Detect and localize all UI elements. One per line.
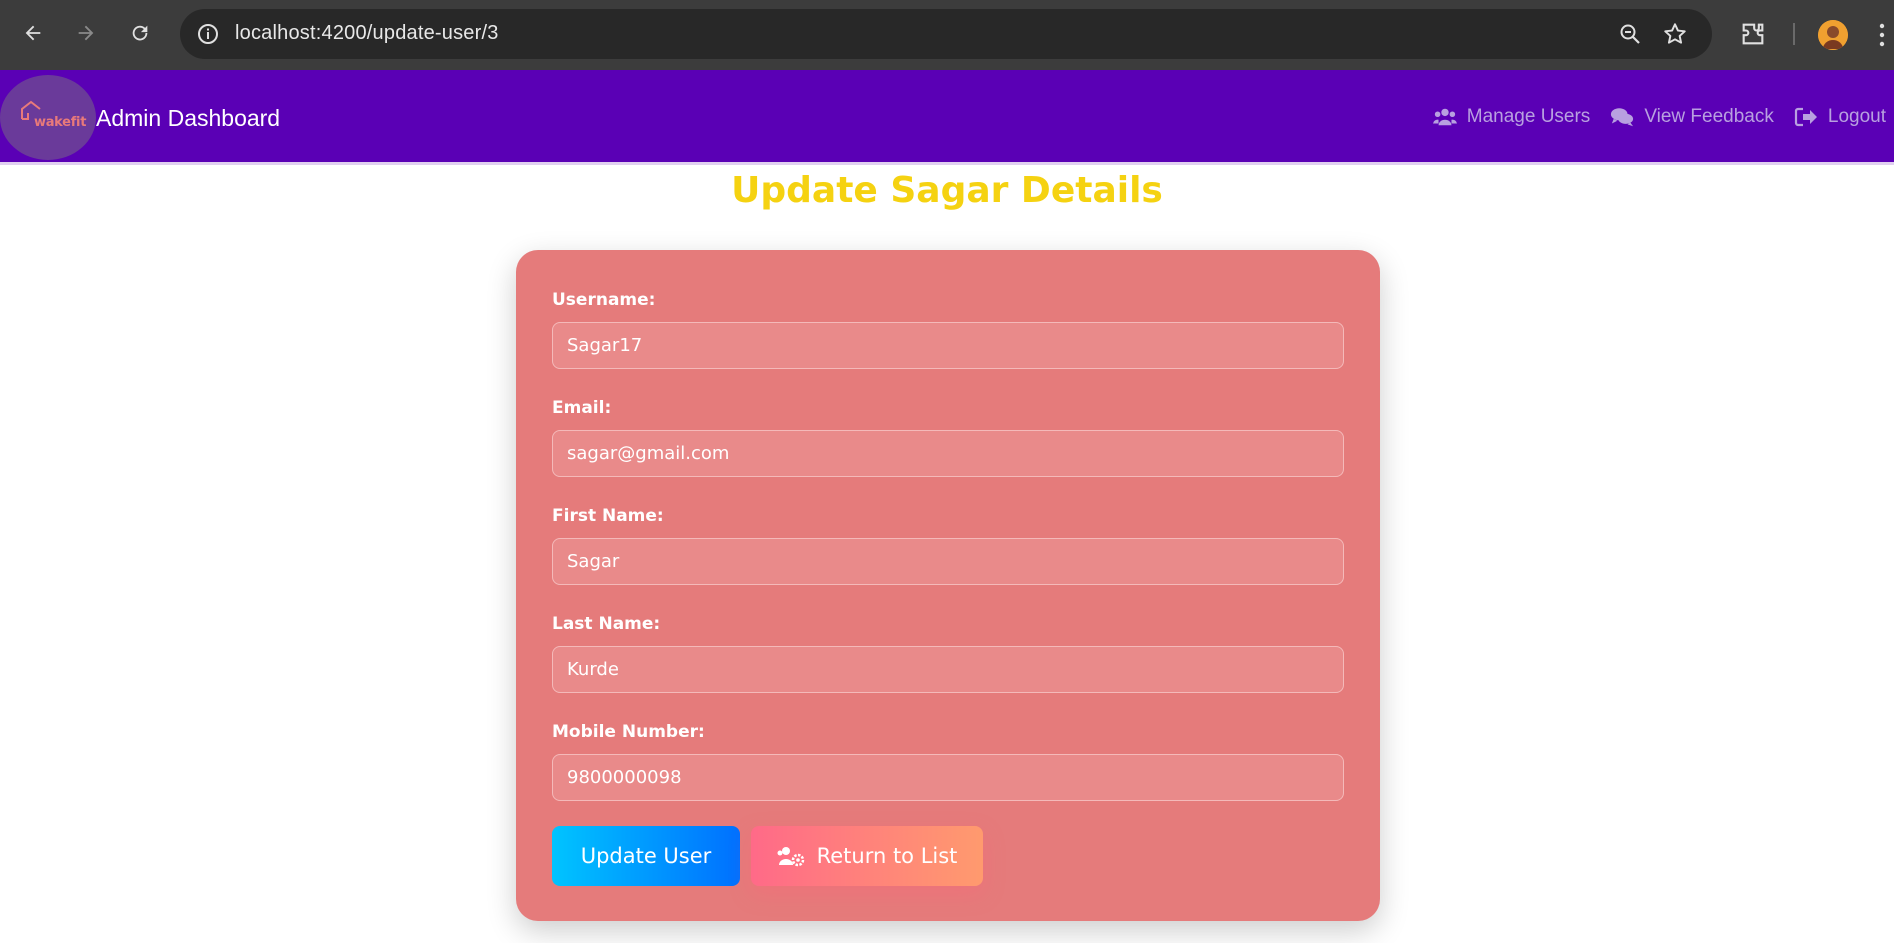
last-name-input[interactable] — [552, 646, 1344, 693]
bookmark-star-icon[interactable] — [1662, 21, 1688, 47]
mobile-number-input[interactable] — [552, 754, 1344, 801]
first-name-field-group: First Name: — [552, 506, 1344, 585]
app-navbar: wakefit Admin Dashboard Manage Users Vie… — [0, 70, 1894, 165]
nav-links: Manage Users View Feedback Logout — [1432, 106, 1886, 128]
zoom-icon[interactable] — [1618, 22, 1642, 46]
return-to-list-button[interactable]: Return to List — [751, 826, 983, 886]
update-user-button[interactable]: Update User — [552, 826, 740, 886]
mobile-number-label: Mobile Number: — [552, 722, 705, 742]
return-to-list-label: Return to List — [816, 844, 958, 868]
first-name-input[interactable] — [552, 538, 1344, 585]
nav-link-view-feedback[interactable]: View Feedback — [1610, 106, 1774, 128]
url-path: :4200/update-user/3 — [315, 22, 499, 44]
page-title: Update Sagar Details — [731, 170, 1163, 211]
comments-icon — [1611, 108, 1634, 127]
profile-avatar[interactable] — [1818, 20, 1848, 50]
extensions-icon[interactable] — [1739, 20, 1767, 48]
nav-link-label: View Feedback — [1644, 106, 1774, 127]
back-arrow-icon[interactable] — [17, 17, 49, 49]
last-name-field-group: Last Name: — [552, 614, 1344, 693]
email-input[interactable] — [552, 430, 1344, 477]
username-label: Username: — [552, 290, 656, 310]
email-label: Email: — [552, 398, 612, 418]
last-name-label: Last Name: — [552, 614, 661, 634]
menu-kebab-icon[interactable] — [1878, 22, 1886, 48]
email-field-group: Email: — [552, 398, 1344, 477]
info-icon[interactable] — [196, 22, 220, 46]
url-text[interactable]: localhost:4200/update-user/3 — [235, 22, 499, 45]
logo-text: wakefit — [34, 115, 87, 130]
nav-link-label: Logout — [1827, 106, 1886, 127]
nav-link-manage-users[interactable]: Manage Users — [1432, 106, 1591, 128]
toolbar-separator — [1793, 23, 1795, 45]
logout-icon — [1794, 107, 1817, 127]
url-host: localhost — [235, 22, 316, 44]
reload-icon[interactable] — [124, 17, 156, 49]
mobile-number-field-group: Mobile Number: — [552, 722, 1344, 801]
username-field-group: Username: — [552, 290, 1344, 369]
nav-link-logout[interactable]: Logout — [1794, 106, 1886, 128]
users-icon — [1432, 108, 1457, 126]
brand-logo[interactable]: wakefit — [0, 75, 96, 160]
browser-toolbar: localhost:4200/update-user/3 — [0, 0, 1894, 70]
username-input[interactable] — [552, 322, 1344, 369]
update-user-form: Username: Email: First Name: Last Name: … — [516, 250, 1380, 921]
address-bar[interactable]: localhost:4200/update-user/3 — [180, 9, 1712, 59]
forward-arrow-icon[interactable] — [70, 17, 102, 49]
brand-title[interactable]: Admin Dashboard — [96, 105, 280, 132]
first-name-label: First Name: — [552, 506, 664, 526]
users-cog-icon — [777, 847, 804, 867]
nav-link-label: Manage Users — [1466, 106, 1591, 127]
